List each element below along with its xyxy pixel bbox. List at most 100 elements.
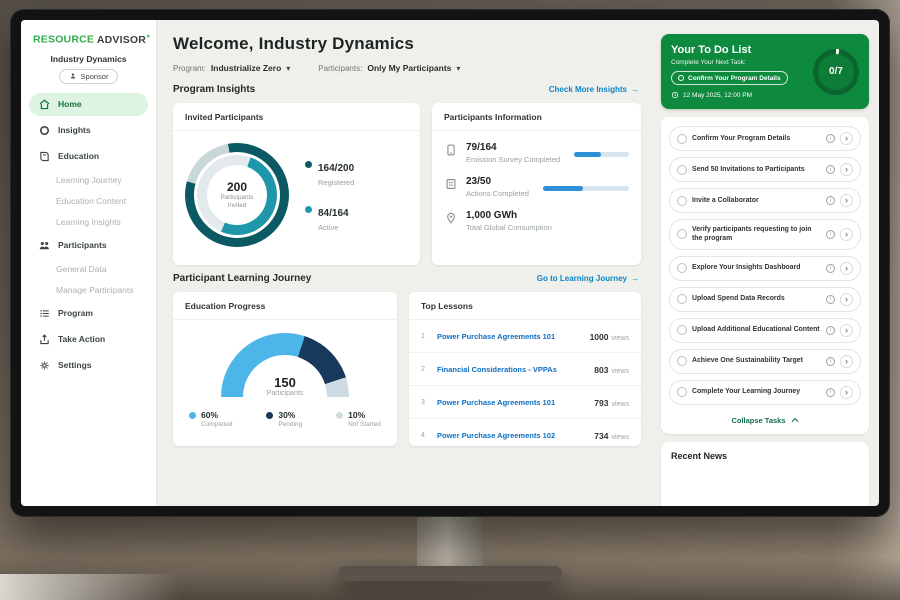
sidebar-item-manage-participants[interactable]: Manage Participants [29, 281, 148, 299]
chevron-right-icon[interactable]: › [840, 194, 853, 207]
task-row-invite-collaborator[interactable]: Invite a Collaborator i › [669, 188, 861, 213]
sidebar-item-program[interactable]: Program [29, 302, 148, 325]
lesson-link[interactable]: Power Purchase Agreements 101 [437, 332, 582, 341]
check-more-insights-link[interactable]: Check More Insights → [549, 85, 639, 94]
sidebar-item-education-content[interactable]: Education Content [29, 192, 148, 210]
participants-information-card: Participants Information 79/164 Emission… [432, 103, 641, 265]
person-icon [69, 72, 77, 80]
lesson-link[interactable]: Financial Considerations - VPPAs [437, 365, 586, 374]
chevron-right-icon[interactable]: › [840, 324, 853, 337]
stat-actions-completed: 23/50 Actions Completed [444, 176, 629, 198]
task-row-confirm-program[interactable]: Confirm Your Program Details i › [669, 126, 861, 151]
task-checkbox[interactable] [677, 294, 687, 304]
next-task-pill[interactable]: Confirm Your Program Details [671, 71, 788, 85]
monitor-frame: RESOURCE ADVISOR+ Industry Dynamics Spon… [10, 9, 890, 517]
lesson-link[interactable]: Power Purchase Agreements 102 [437, 431, 586, 440]
chevron-right-icon[interactable]: › [840, 355, 853, 368]
sponsor-badge-label: Sponsor [81, 72, 109, 81]
completed-dot [189, 412, 196, 419]
sidebar: RESOURCE ADVISOR+ Industry Dynamics Spon… [21, 20, 157, 506]
task-checkbox[interactable] [677, 165, 687, 175]
lesson-row[interactable]: 2 Financial Considerations - VPPAs 803vi… [409, 353, 641, 386]
task-checkbox[interactable] [677, 356, 687, 366]
progress-bar [543, 186, 629, 191]
info-icon[interactable]: i [826, 230, 835, 239]
info-icon[interactable]: i [826, 326, 835, 335]
invited-participants-card: Invited Participants 200 Participants In… [173, 103, 420, 265]
task-checkbox[interactable] [677, 229, 687, 239]
collapse-tasks-button[interactable]: Collapse Tasks [669, 411, 861, 432]
due-date: 12 May 2025, 12:00 PM [671, 91, 805, 99]
task-checkbox[interactable] [677, 387, 687, 397]
sidebar-item-label: Insights [58, 125, 91, 135]
invited-donut-chart: 200 Participants Invited [185, 143, 289, 247]
sidebar-item-label: Take Action [58, 334, 105, 344]
lesson-row[interactable]: 3 Power Purchase Agreements 101 793views [409, 386, 641, 419]
insights-icon [38, 124, 51, 137]
sidebar-item-label: Home [58, 99, 82, 109]
checklist-icon [444, 177, 458, 191]
chevron-right-icon[interactable]: › [840, 293, 853, 306]
survey-icon [444, 143, 458, 157]
education-progress-card: Education Progress 150 Participants [173, 292, 397, 446]
info-icon[interactable]: i [826, 196, 835, 205]
sidebar-item-label: Program [58, 308, 93, 318]
sidebar-item-education[interactable]: Education [29, 145, 148, 168]
chevron-right-icon[interactable]: › [840, 132, 853, 145]
scene: RESOURCE ADVISOR+ Industry Dynamics Spon… [0, 0, 900, 600]
task-list-card: Confirm Your Program Details i › Send 50… [661, 117, 869, 434]
task-row-send-invitations[interactable]: Send 50 Invitations to Participants i › [669, 157, 861, 182]
sidebar-item-label: Education [58, 151, 99, 161]
learning-cards: Education Progress 150 Participants [173, 292, 641, 446]
clock-icon [671, 91, 679, 99]
registered-dot [305, 161, 312, 168]
todo-progress-ring: 0/7 [813, 49, 859, 95]
sidebar-item-take-action[interactable]: Take Action [29, 328, 148, 351]
task-checkbox[interactable] [677, 325, 687, 335]
todo-summary-card: Your To Do List Complete Your Next Task:… [661, 34, 869, 109]
sidebar-item-participants[interactable]: Participants [29, 234, 148, 257]
gear-icon [38, 359, 51, 372]
sidebar-item-general-data[interactable]: General Data [29, 260, 148, 278]
program-dropdown[interactable]: Program: Industrialize Zero ▾ [173, 63, 290, 73]
task-row-upload-educational-content[interactable]: Upload Additional Educational Content i … [669, 318, 861, 343]
sidebar-item-learning-journey[interactable]: Learning Journey [29, 171, 148, 189]
sidebar-item-settings[interactable]: Settings [29, 354, 148, 377]
chevron-right-icon[interactable]: › [840, 163, 853, 176]
task-checkbox[interactable] [677, 134, 687, 144]
task-row-explore-insights[interactable]: Explore Your Insights Dashboard i › [669, 256, 861, 281]
info-icon[interactable]: i [826, 134, 835, 143]
section-title: Participant Learning Journey [173, 273, 311, 284]
task-row-upload-spend-data[interactable]: Upload Spend Data Records i › [669, 287, 861, 312]
lesson-row[interactable]: 4 Power Purchase Agreements 102 734views [409, 419, 641, 446]
people-icon [38, 239, 51, 252]
go-to-learning-journey-link[interactable]: Go to Learning Journey → [537, 274, 639, 283]
task-checkbox[interactable] [677, 263, 687, 273]
sponsor-badge[interactable]: Sponsor [59, 69, 119, 84]
arrow-right-icon: → [631, 85, 639, 94]
sidebar-item-label: Settings [58, 360, 92, 370]
lesson-row[interactable]: 1 Power Purchase Agreements 101 1000view… [409, 320, 641, 353]
task-row-complete-learning-journey[interactable]: Complete Your Learning Journey i › [669, 380, 861, 405]
info-icon[interactable]: i [826, 165, 835, 174]
info-icon[interactable]: i [826, 388, 835, 397]
logo-text-advisor: ADVISOR+ [97, 34, 151, 46]
list-icon [38, 307, 51, 320]
info-icon[interactable]: i [826, 357, 835, 366]
chevron-right-icon[interactable]: › [840, 262, 853, 275]
participants-dropdown[interactable]: Participants: Only My Participants ▾ [318, 63, 460, 73]
sidebar-item-insights[interactable]: Insights [29, 119, 148, 142]
lesson-link[interactable]: Power Purchase Agreements 101 [437, 398, 586, 407]
info-icon[interactable]: i [826, 295, 835, 304]
chevron-right-icon[interactable]: › [840, 386, 853, 399]
dashboard-screen: RESOURCE ADVISOR+ Industry Dynamics Spon… [21, 20, 879, 506]
task-checkbox[interactable] [677, 196, 687, 206]
task-row-achieve-sustainability-target[interactable]: Achieve One Sustainability Target i › [669, 349, 861, 374]
task-row-verify-participants[interactable]: Verify participants requesting to join t… [669, 219, 861, 250]
chevron-right-icon[interactable]: › [840, 228, 853, 241]
sidebar-item-home[interactable]: Home [29, 93, 148, 116]
legend-not-started: 10% Not Started [336, 410, 381, 428]
sidebar-item-label: Participants [58, 240, 107, 250]
sidebar-item-learning-insights[interactable]: Learning Insights [29, 213, 148, 231]
info-icon[interactable]: i [826, 264, 835, 273]
